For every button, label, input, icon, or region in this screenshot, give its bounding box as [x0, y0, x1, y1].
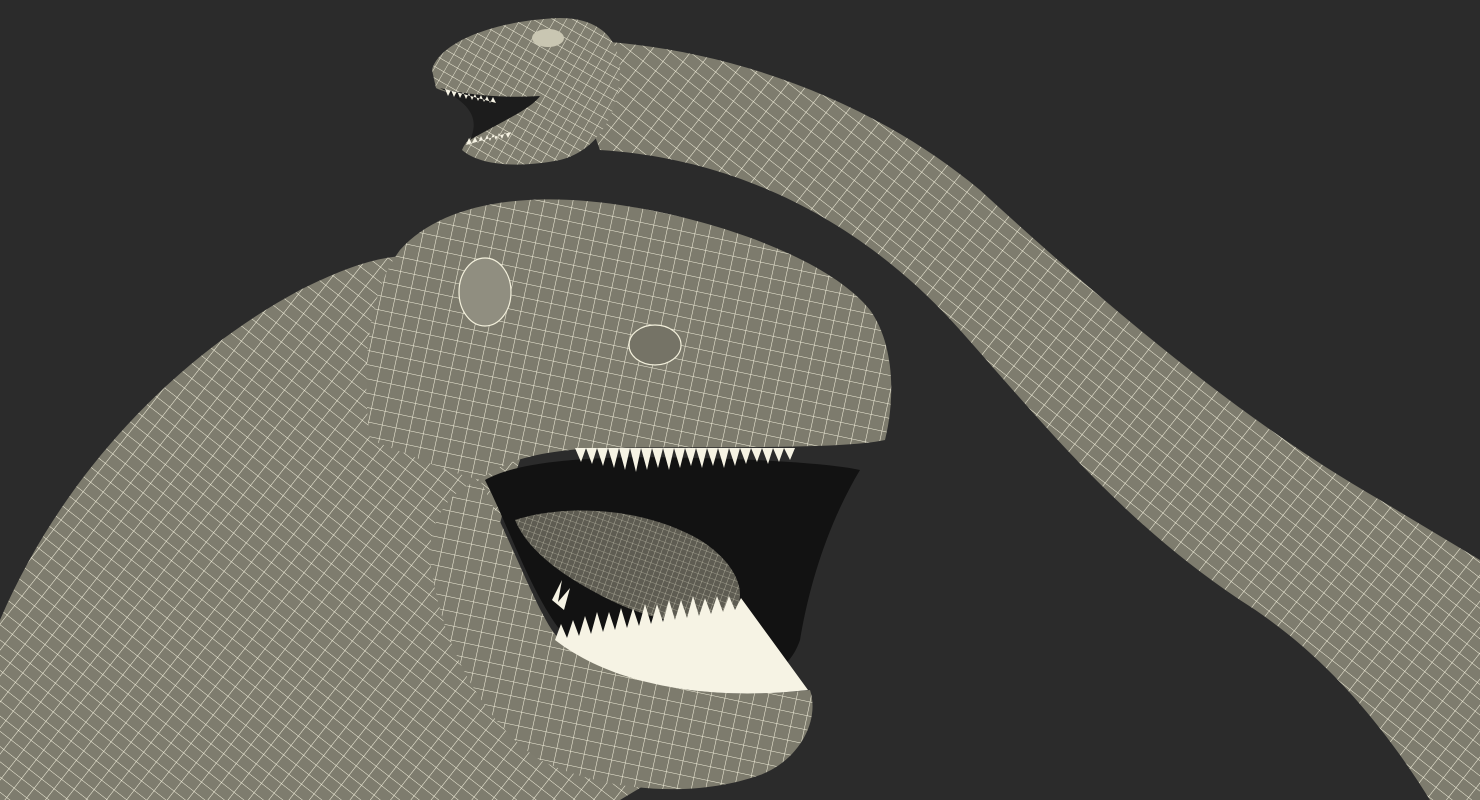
render-viewport [0, 0, 1480, 800]
small-dinosaur-eye [532, 29, 564, 47]
large-dinosaur-eye [458, 257, 512, 327]
large-dinosaur-head [366, 199, 892, 480]
large-dinosaur-nostril [628, 324, 682, 366]
wireframe-render [0, 18, 1480, 800]
small-dinosaur-head [432, 18, 620, 165]
